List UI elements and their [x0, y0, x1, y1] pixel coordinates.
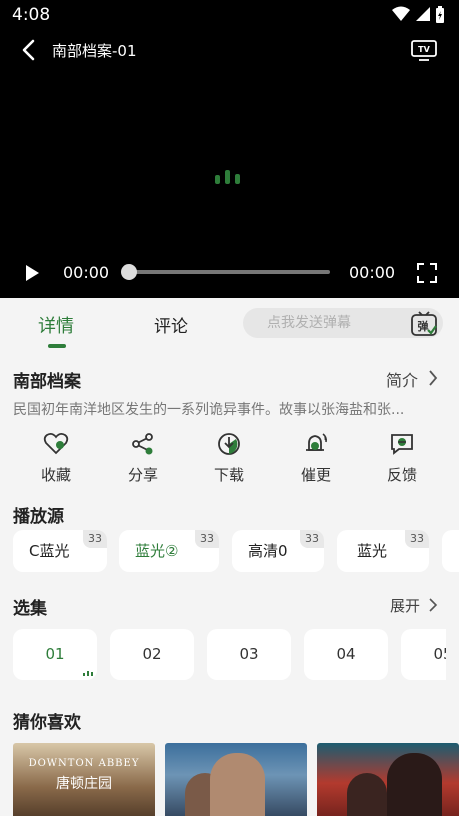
- source-badge: 33: [195, 530, 219, 548]
- recommendation-card[interactable]: [317, 743, 459, 816]
- signal-icon: [416, 7, 430, 21]
- share-label: 分享: [127, 466, 158, 484]
- episode-label: 05: [433, 645, 446, 663]
- total-time: 00:00: [349, 263, 396, 282]
- episode-item[interactable]: 05: [401, 629, 446, 680]
- expand-label: 展开: [390, 597, 421, 615]
- tab-bar: 详情 评论 点我发送弹幕 弹: [0, 298, 459, 350]
- chevron-right-icon: [429, 370, 438, 386]
- download-label: 下载: [213, 466, 244, 484]
- recommendation-card[interactable]: DOWNTON ABBEY 唐顿庄园: [13, 743, 155, 816]
- recommendations-title: 猜你喜欢: [13, 713, 81, 733]
- episode-item[interactable]: 01: [13, 629, 97, 680]
- back-icon[interactable]: [18, 38, 40, 62]
- tv-cast-icon[interactable]: TV: [410, 38, 438, 62]
- danmaku-toggle-icon[interactable]: 弹: [410, 310, 438, 338]
- source-label: 蓝光: [357, 542, 388, 560]
- source-label: C蓝光: [29, 542, 70, 560]
- source-chip[interactable]: C蓝光 33: [13, 530, 107, 572]
- poster-figure: [387, 753, 442, 816]
- episode-item[interactable]: 03: [207, 629, 291, 680]
- source-badge: 33: [300, 530, 324, 548]
- poster-figure: [347, 773, 387, 816]
- episode-list: 01 02 03 04 05: [13, 629, 446, 681]
- seek-handle[interactable]: [121, 264, 137, 280]
- tab-indicator: [48, 344, 66, 348]
- source-chip[interactable]: 蓝光② 33: [119, 530, 219, 572]
- episode-label: 04: [336, 645, 356, 663]
- poster-figure: [210, 753, 265, 816]
- chevron-right-icon: [429, 598, 438, 612]
- source-label: 蓝光②: [135, 542, 179, 560]
- favorite-label: 收藏: [40, 466, 71, 484]
- intro-label: 简介: [386, 371, 419, 390]
- loading-indicator: [214, 166, 246, 184]
- battery-icon: [436, 6, 444, 23]
- sources-title: 播放源: [13, 507, 64, 527]
- source-badge: 33: [83, 530, 107, 548]
- source-badge: 33: [405, 530, 429, 548]
- status-bar: 4:08: [0, 0, 459, 30]
- action-row: 收藏 分享 下载 催更 反馈: [0, 428, 459, 488]
- feedback-button[interactable]: 反馈: [372, 428, 432, 485]
- recommendation-card[interactable]: [165, 743, 307, 816]
- source-chip-partial[interactable]: [442, 530, 459, 572]
- share-icon: [132, 433, 153, 455]
- source-chip[interactable]: 蓝光 33: [337, 530, 429, 572]
- episode-item[interactable]: 04: [304, 629, 388, 680]
- episode-label: 02: [142, 645, 162, 663]
- tab-details[interactable]: 详情: [38, 312, 74, 338]
- playing-icon: [83, 671, 93, 676]
- status-time: 4:08: [12, 5, 51, 25]
- download-icon: [218, 433, 240, 455]
- current-time: 00:00: [63, 263, 110, 282]
- intro-button[interactable]: 简介: [386, 367, 438, 391]
- favorite-button[interactable]: 收藏: [26, 428, 86, 485]
- episode-label: 01: [45, 645, 65, 663]
- show-title: 南部档案: [13, 372, 81, 392]
- fullscreen-icon[interactable]: [416, 262, 438, 284]
- feedback-icon: [391, 434, 413, 455]
- share-button[interactable]: 分享: [113, 428, 173, 485]
- source-chip[interactable]: 高清0 33: [232, 530, 324, 572]
- synopsis: 民国初年南洋地区发生的一系列诡异事件。故事以张海盐和张...: [13, 402, 405, 418]
- video-title: 南部档案-01: [52, 42, 137, 60]
- tab-comments[interactable]: 评论: [154, 312, 188, 337]
- expand-button[interactable]: 展开: [390, 595, 438, 616]
- seek-bar[interactable]: [125, 270, 330, 274]
- wifi-icon: [392, 6, 410, 21]
- svg-text:TV: TV: [418, 45, 430, 54]
- status-icons: [387, 6, 445, 24]
- feedback-label: 反馈: [386, 466, 417, 484]
- urge-update-label: 催更: [300, 466, 331, 484]
- source-label: 高清0: [248, 542, 288, 560]
- play-icon[interactable]: [22, 263, 42, 283]
- urge-update-icon: [306, 433, 327, 451]
- poster-caption-cn: 唐顿庄园: [56, 776, 112, 792]
- poster-caption-en: DOWNTON ABBEY: [28, 758, 140, 769]
- episodes-title: 选集: [13, 599, 47, 619]
- download-button[interactable]: 下载: [199, 428, 259, 485]
- urge-update-button[interactable]: 催更: [286, 428, 346, 485]
- recommendation-list: DOWNTON ABBEY 唐顿庄园: [13, 743, 459, 816]
- source-list: C蓝光 33 蓝光② 33 高清0 33 蓝光 33: [13, 530, 459, 574]
- episode-label: 03: [239, 645, 259, 663]
- episode-item[interactable]: 02: [110, 629, 194, 680]
- favorite-icon: [43, 432, 69, 455]
- video-player[interactable]: 4:08 南部档案-01 TV 00:00 00:00: [0, 0, 459, 298]
- danmaku-icon-text: 弹: [418, 319, 429, 333]
